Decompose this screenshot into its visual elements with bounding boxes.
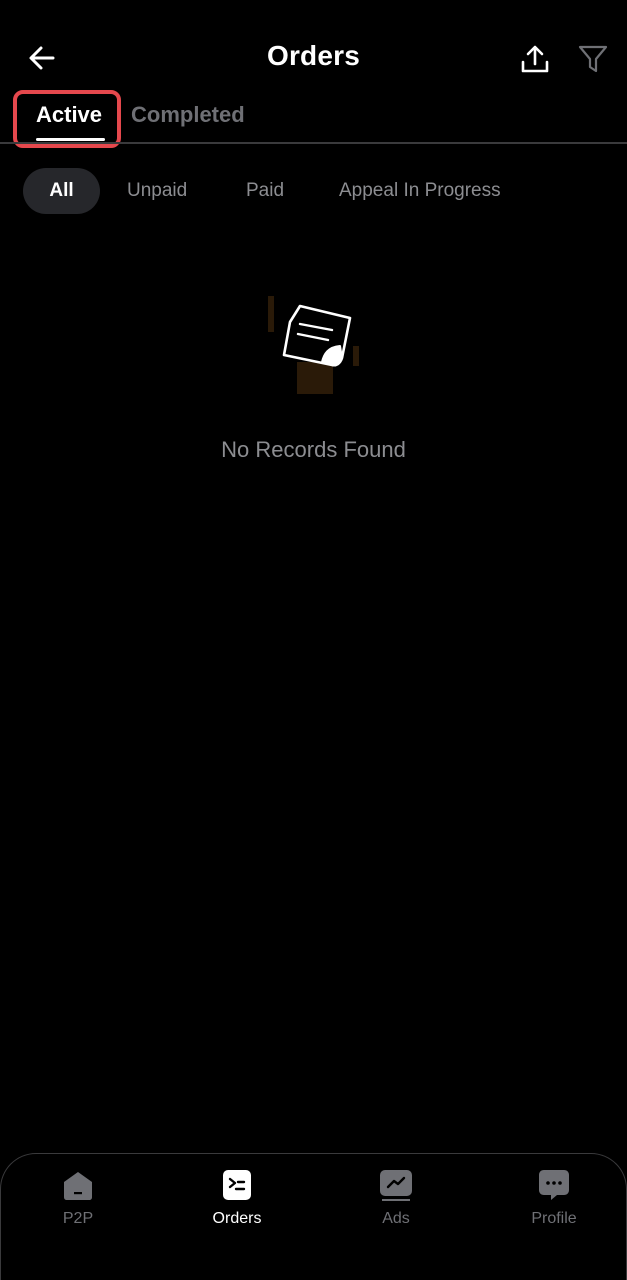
filter-chip-appeal-in-progress[interactable]: Appeal In Progress [339, 168, 501, 214]
empty-state-illustration [262, 292, 366, 398]
filter-icon [578, 45, 608, 73]
upload-icon [521, 45, 549, 73]
bottom-navigation: P2P Orders Ads Profile [0, 1153, 627, 1280]
order-status-tabs: Active Completed [0, 90, 627, 148]
tabs-divider [0, 142, 627, 144]
home-icon [61, 1168, 95, 1202]
nav-item-p2p[interactable]: P2P [28, 1168, 128, 1248]
filter-chip-unpaid[interactable]: Unpaid [127, 168, 187, 214]
tab-completed[interactable]: Completed [131, 102, 245, 128]
filter-chip-all[interactable]: All [23, 168, 100, 214]
nav-item-profile[interactable]: Profile [504, 1168, 604, 1248]
tab-active[interactable]: Active [36, 102, 102, 128]
nav-label-profile: Profile [531, 1210, 577, 1227]
nav-label-ads: Ads [382, 1210, 410, 1227]
nav-label-p2p: P2P [62, 1210, 94, 1227]
nav-label-orders: Orders [212, 1210, 262, 1227]
chat-bubble-icon [537, 1168, 571, 1202]
orders-icon [220, 1168, 254, 1202]
filter-button[interactable] [574, 40, 612, 78]
export-button[interactable] [516, 40, 554, 78]
active-tab-indicator [36, 138, 105, 141]
document-note-icon [268, 296, 359, 394]
empty-state-message: No Records Found [221, 437, 406, 462]
nav-item-orders[interactable]: Orders [187, 1168, 287, 1248]
ads-chart-icon [379, 1168, 413, 1202]
nav-item-ads[interactable]: Ads [346, 1168, 446, 1248]
filter-chip-paid[interactable]: Paid [246, 168, 284, 214]
sub-filter-chips: All Unpaid Paid Appeal In Progress [0, 168, 627, 216]
